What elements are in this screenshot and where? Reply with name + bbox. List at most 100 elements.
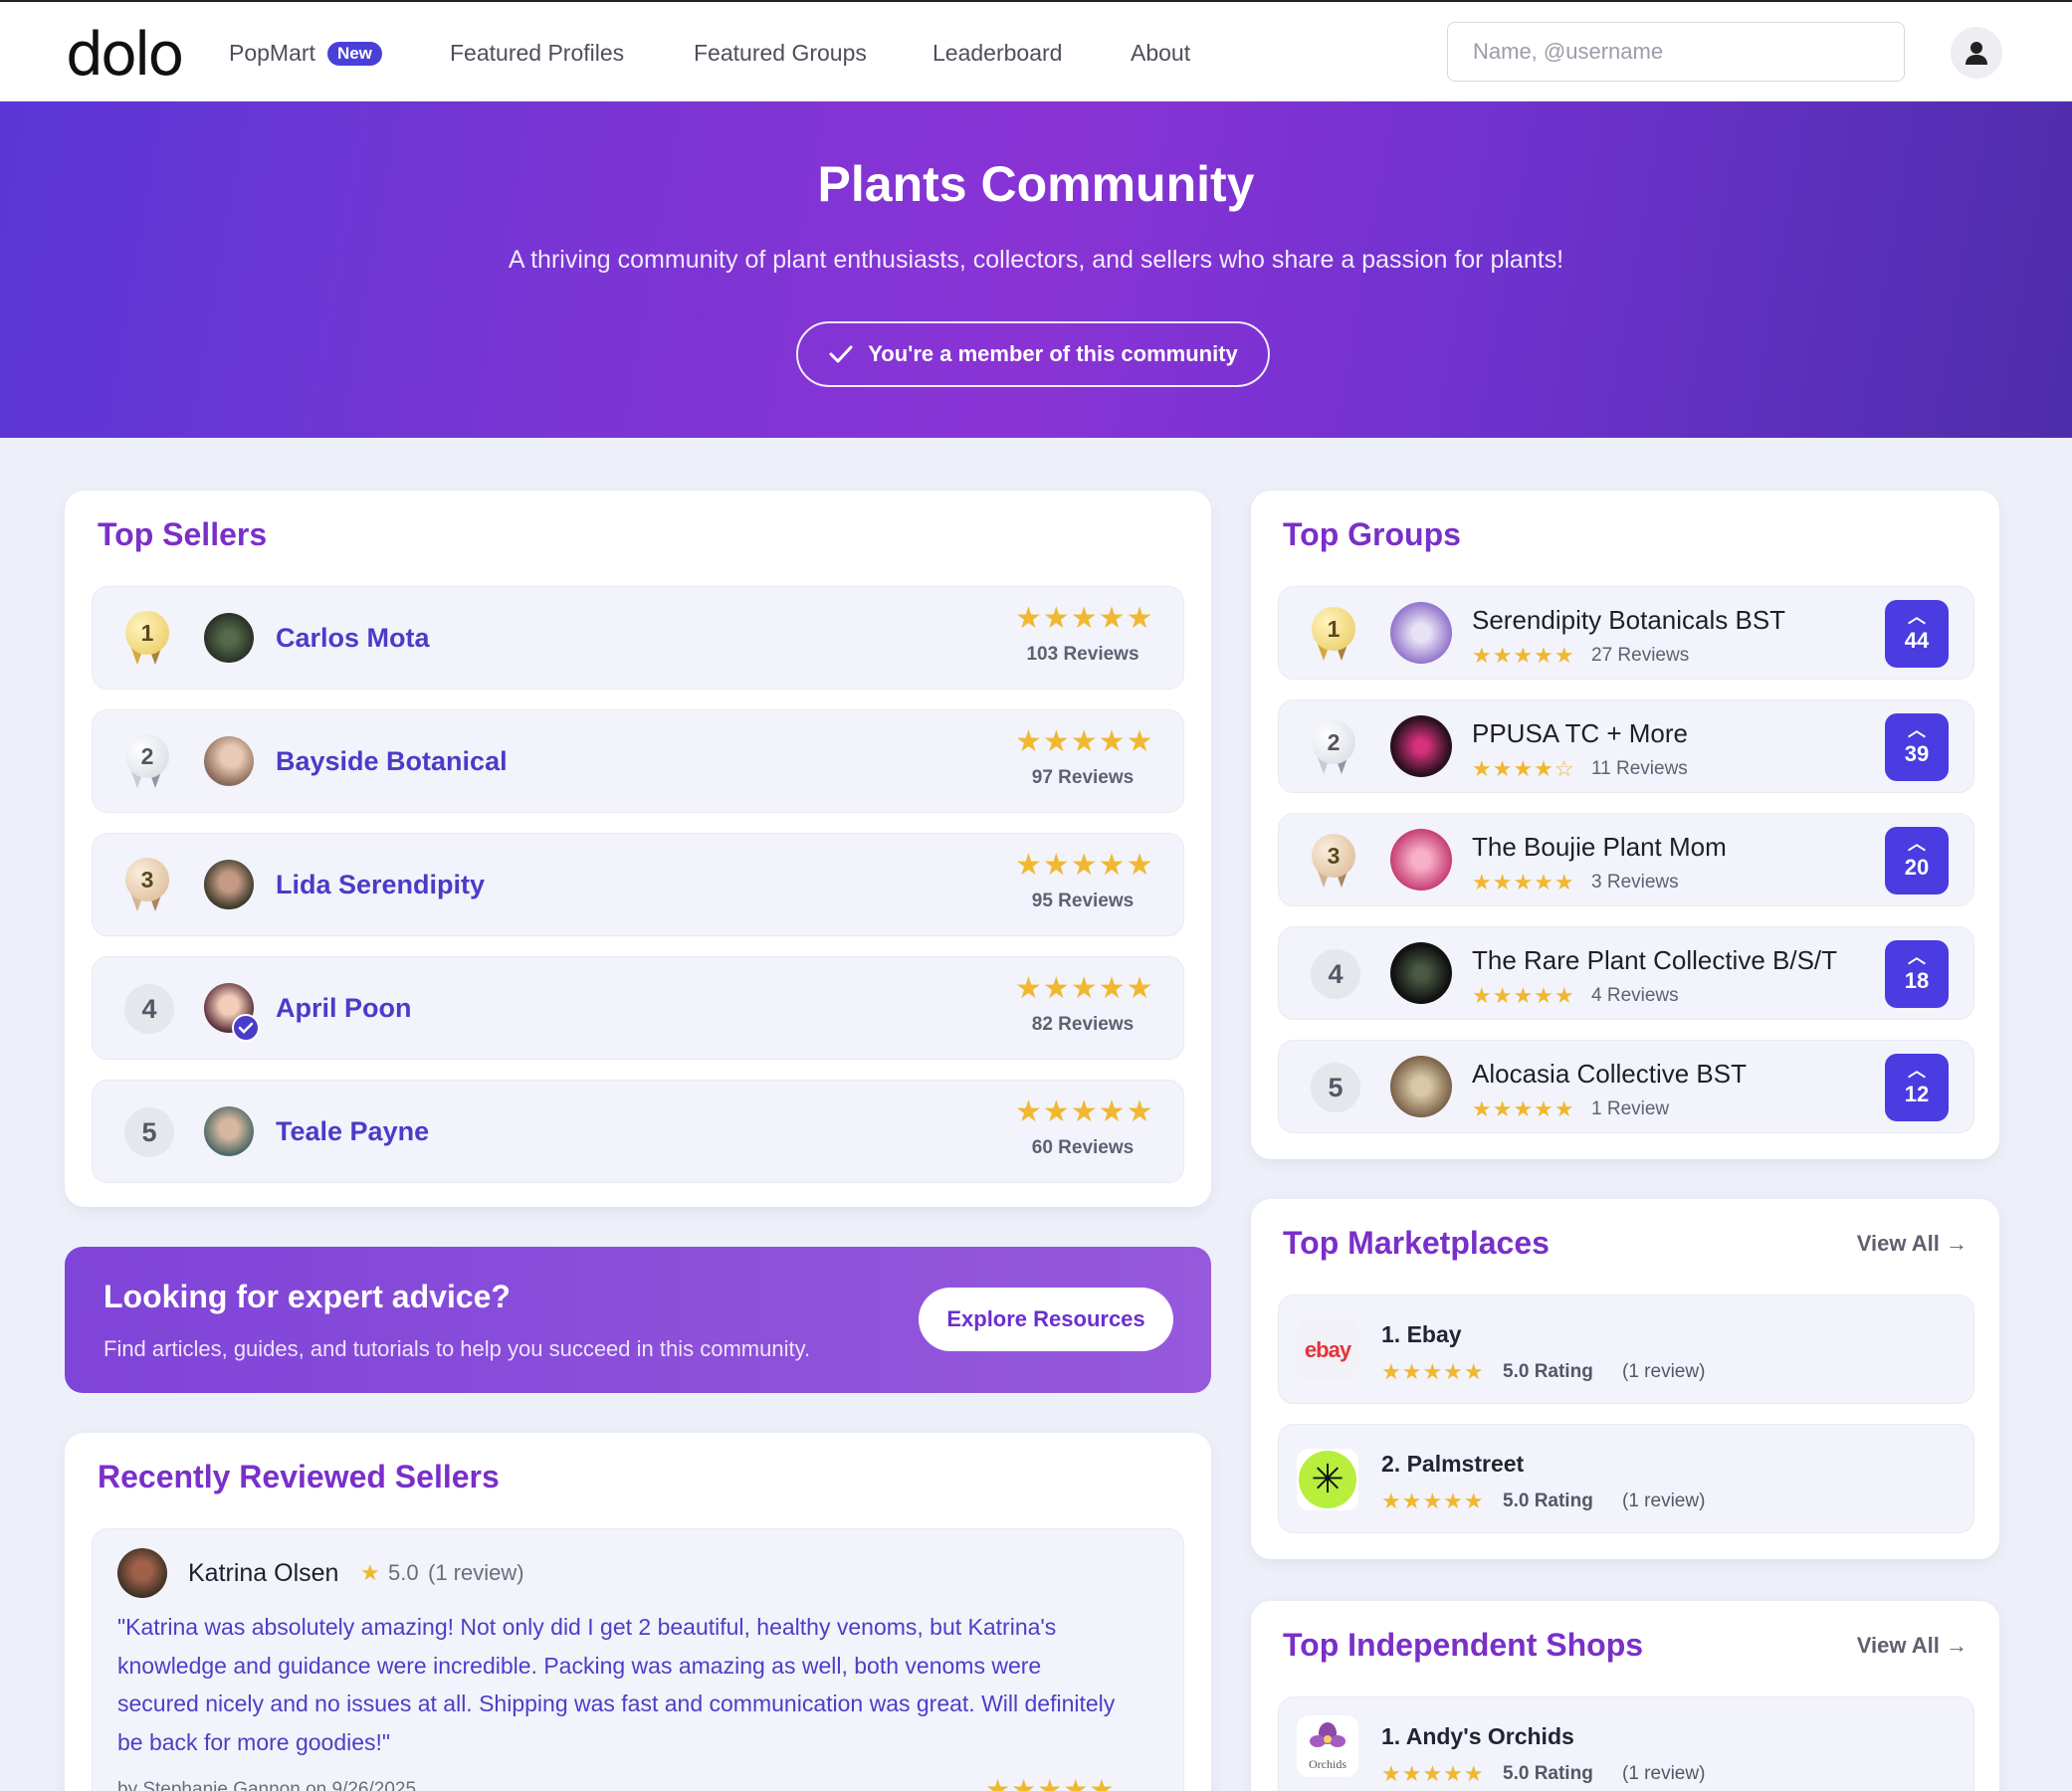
group-row[interactable]: 3 The Boujie Plant Mom ★★★★★ 3 Reviews ︿… (1278, 813, 1974, 906)
community-description: A thriving community of plant enthusiast… (508, 246, 1564, 274)
rank-number: 1 (125, 611, 169, 655)
bronze-medal-icon: 3 (1309, 834, 1360, 896)
section-title: Recently Reviewed Sellers (98, 1459, 500, 1494)
marketplace-name[interactable]: 1. Ebay (1381, 1321, 1462, 1348)
group-name[interactable]: The Rare Plant Collective B/S/T (1472, 945, 1837, 976)
review-count: 1 Review (1591, 1098, 1670, 1119)
group-name[interactable]: The Boujie Plant Mom (1472, 832, 1727, 863)
review-count: 103 Reviews (1026, 644, 1140, 665)
group-name[interactable]: Serendipity Botanicals BST (1472, 605, 1785, 636)
group-row[interactable]: 2 PPUSA TC + More ★★★★☆ 11 Reviews ︿ 39 (1278, 699, 1974, 793)
upvote-button[interactable]: ︿ 20 (1885, 827, 1949, 895)
palmstreet-logo-mark: ✳ (1299, 1451, 1356, 1508)
seller-name[interactable]: Bayside Botanical (276, 746, 508, 777)
palmstreet-logo: ✳ (1297, 1449, 1358, 1510)
seller-row[interactable]: 5 Teale Payne ★★★★★ 60 Reviews (92, 1080, 1184, 1183)
gold-medal-icon: 1 (1309, 607, 1360, 669)
chevron-up-icon: ︿ (1908, 834, 1926, 854)
logo-text: Orchids (1309, 1756, 1347, 1771)
silver-medal-icon: 2 (122, 734, 174, 796)
star-rating: ★★★★★ (985, 1774, 1116, 1791)
review-count: 27 Reviews (1591, 645, 1690, 666)
group-row[interactable]: 1 Serendipity Botanicals BST ★★★★★ 27 Re… (1278, 586, 1974, 680)
profile-button[interactable] (1951, 27, 2002, 79)
seller-name[interactable]: Carlos Mota (276, 623, 430, 654)
view-all-link[interactable]: View All → (1857, 1633, 1968, 1659)
top-shops-card: Top Independent Shops View All → Orchids… (1251, 1601, 1999, 1791)
seller-name[interactable]: Lida Serendipity (276, 870, 485, 900)
nav-item-popmart[interactable]: PopMart New (229, 40, 382, 67)
group-avatar (1390, 602, 1452, 664)
star-rating: ★★★★★ (1015, 725, 1154, 758)
community-hero: Plants Community A thriving community of… (0, 101, 2072, 438)
group-name[interactable]: PPUSA TC + More (1472, 718, 1688, 749)
upvote-button[interactable]: ︿ 39 (1885, 713, 1949, 781)
upvote-button[interactable]: ︿ 18 (1885, 940, 1949, 1008)
seller-row[interactable]: 4 April Poon ★★★★★ 82 Reviews (92, 956, 1184, 1060)
shop-row[interactable]: Orchids 1. Andy's Orchids ★★★★★ 5.0 Rati… (1278, 1696, 1974, 1791)
group-row[interactable]: 4 The Rare Plant Collective B/S/T ★★★★★ … (1278, 926, 1974, 1020)
section-title: Top Independent Shops (1283, 1627, 1644, 1663)
seller-name[interactable]: Teale Payne (276, 1116, 429, 1147)
rank-number: 5 (1311, 1063, 1360, 1112)
group-avatar (1390, 829, 1452, 891)
group-row[interactable]: 5 Alocasia Collective BST ★★★★★ 1 Review… (1278, 1040, 1974, 1133)
star-rating: ★★★★☆ (1472, 756, 1575, 781)
nav-item-featured-groups[interactable]: Featured Groups (694, 40, 867, 67)
andys-orchids-logo: Orchids (1297, 1715, 1358, 1777)
vote-count: 20 (1904, 855, 1930, 880)
seller-row[interactable]: 1 Carlos Mota ★★★★★ 103 Reviews (92, 586, 1184, 690)
review-count: 97 Reviews (1031, 767, 1135, 788)
rank-number: 5 (124, 1107, 174, 1157)
check-icon (829, 345, 853, 363)
ebay-logo: ebay (1297, 1319, 1358, 1381)
star-rating: ★★★★★ (1381, 1761, 1485, 1786)
star-rating: ★★★★★ (1381, 1489, 1485, 1513)
seller-row[interactable]: 3 Lida Serendipity ★★★★★ 95 Reviews (92, 833, 1184, 936)
rating-count: (1 review) (1622, 1361, 1706, 1382)
review-count: 95 Reviews (1031, 891, 1135, 911)
shop-name[interactable]: 1. Andy's Orchids (1381, 1723, 1574, 1750)
seller-row[interactable]: 2 Bayside Botanical ★★★★★ 97 Reviews (92, 709, 1184, 813)
avatar (204, 613, 254, 663)
rating-count: (1 review) (1622, 1763, 1706, 1784)
chevron-up-icon: ︿ (1908, 1061, 1926, 1081)
rank-number: 1 (1312, 607, 1355, 651)
chevron-up-icon: ︿ (1908, 607, 1926, 627)
user-icon (1966, 42, 1987, 65)
page-title: Plants Community (817, 156, 1255, 212)
marketplace-name[interactable]: 2. Palmstreet (1381, 1451, 1524, 1478)
view-all-link[interactable]: View All → (1857, 1231, 1968, 1257)
star-rating: ★★★★★ (1381, 1359, 1485, 1384)
marketplace-row[interactable]: ✳ 2. Palmstreet ★★★★★ 5.0 Rating (1 revi… (1278, 1424, 1974, 1533)
membership-button[interactable]: You're a member of this community (796, 321, 1270, 387)
star-rating: ★★★★★ (1472, 983, 1575, 1008)
review-count: 4 Reviews (1591, 985, 1679, 1006)
marketplace-row[interactable]: ebay 1. Ebay ★★★★★ 5.0 Rating (1 review) (1278, 1294, 1974, 1404)
rating-value: 5.0 Rating (1503, 1361, 1593, 1382)
vote-count: 44 (1904, 628, 1930, 653)
banner-title: Looking for expert advice? (104, 1279, 511, 1314)
nav-item-leaderboard[interactable]: Leaderboard (932, 40, 1062, 67)
rating-count: (1 review) (1622, 1491, 1706, 1511)
avatar (117, 1548, 167, 1598)
orchid-icon (1310, 1721, 1346, 1747)
rank-number: 4 (124, 984, 174, 1034)
search-input[interactable] (1447, 22, 1905, 82)
reviewed-seller-name[interactable]: Katrina Olsen (188, 1559, 338, 1588)
upvote-button[interactable]: ︿ 12 (1885, 1054, 1949, 1121)
banner-subtitle: Find articles, guides, and tutorials to … (104, 1336, 811, 1361)
new-badge: New (326, 42, 382, 66)
nav-item-featured-profiles[interactable]: Featured Profiles (450, 40, 624, 67)
rank-number: 2 (125, 734, 169, 778)
upvote-button[interactable]: ︿ 44 (1885, 600, 1949, 668)
group-name[interactable]: Alocasia Collective BST (1472, 1059, 1747, 1090)
star-rating: ★★★★★ (1472, 870, 1575, 895)
dolo-logo[interactable]: dolo (66, 20, 184, 90)
verified-icon (232, 1014, 260, 1042)
silver-medal-icon: 2 (1309, 720, 1360, 782)
nav-item-about[interactable]: About (1131, 40, 1190, 67)
seller-name[interactable]: April Poon (276, 993, 412, 1024)
review-count: 11 Reviews (1591, 758, 1688, 779)
explore-resources-button[interactable]: Explore Resources (919, 1288, 1173, 1351)
